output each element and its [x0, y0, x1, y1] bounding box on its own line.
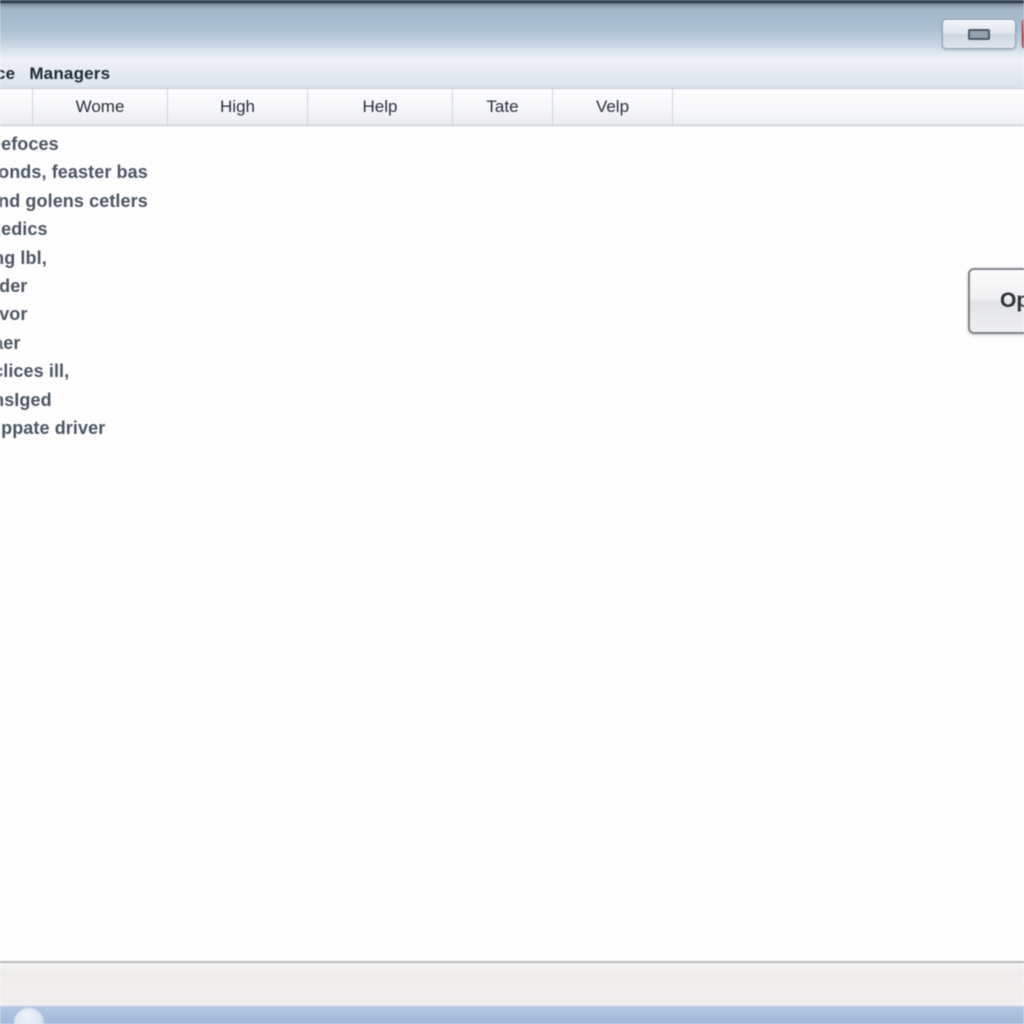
restore-icon	[968, 28, 990, 40]
list-item: iclices ill,	[0, 361, 70, 382]
list-item: iaer	[0, 332, 21, 353]
tab-strip-filler	[673, 89, 1024, 125]
list-item: insIged	[0, 389, 52, 410]
list-item: and golens cetlers	[0, 190, 148, 211]
menu-item-0[interactable]: ce	[0, 64, 22, 84]
list-item: Redics	[0, 219, 48, 240]
menu-bar: ce Managers	[0, 60, 1024, 89]
title-bar	[0, 0, 1024, 60]
tab-tate[interactable]: Tate	[453, 89, 553, 125]
tab-help[interactable]: Help	[308, 89, 453, 125]
content-area: Defoces sonds, feaster bas and golens ce…	[0, 126, 1024, 961]
menu-item-1[interactable]: Managers	[22, 64, 117, 84]
device-manager-window: ce Managers le Wome High Help Tate Velp …	[0, 0, 1024, 1024]
tab-velp[interactable]: Velp	[553, 89, 673, 125]
list-item: Defoces	[0, 134, 59, 154]
list-item: itvor	[0, 304, 28, 325]
tab-le[interactable]: le	[0, 89, 33, 125]
tab-strip: le Wome High Help Tate Velp	[0, 89, 1024, 126]
tab-wome[interactable]: Wome	[33, 89, 168, 125]
list-item: sonds, feaster bas	[0, 162, 148, 183]
restore-button[interactable]	[942, 19, 1016, 49]
title-bar-sheen	[0, 3, 1024, 29]
list-item: ing lbl,	[0, 247, 47, 268]
taskbar[interactable]	[0, 1006, 1024, 1024]
window-controls	[942, 19, 1024, 49]
open-button[interactable]: Op	[968, 268, 1024, 334]
status-bar	[0, 961, 1024, 1006]
device-text-list: Defoces sonds, feaster bas and golens ce…	[0, 130, 400, 442]
list-item: Uppate driver	[0, 418, 106, 439]
tab-high[interactable]: High	[168, 89, 308, 125]
list-item: oder	[0, 276, 28, 297]
